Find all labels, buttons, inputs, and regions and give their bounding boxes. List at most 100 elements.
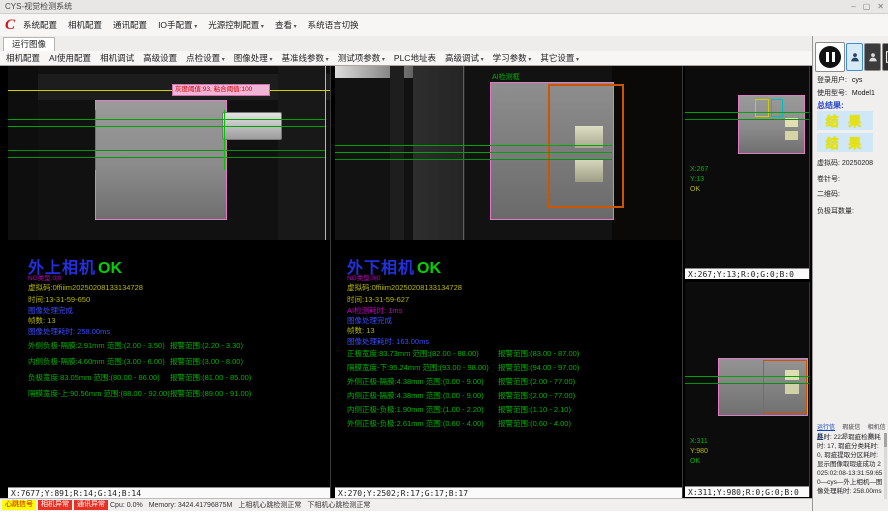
camera-panel-aux-bottom: X:311 Y:980 OK X:311;Y:980;R:0;G:0;B:0 [685,282,810,497]
window-title: CYS-视觉检测系统 [5,2,72,11]
result-box-upper: 结 果 [817,111,873,130]
camera-panel-lower: AI检测框 外下相机OK NG类型:0|0 虚拟码:0ffiiim2025020… [335,66,683,498]
measure-line [8,157,325,158]
camera-image-upper[interactable]: 灰度阈值:93, 粘合阈值:100 [8,66,330,240]
alarm-range: 报警范围:(2.20 - 3.30) [170,340,243,351]
camera-image-aux-top[interactable]: X:267 Y:13 OK [685,66,809,268]
cursor-readout: X:311;Y:980;R:0;G:0;B:0 [685,486,809,497]
barcode-line: 虚拟码:0ffiiim20250208133134728 [28,282,143,293]
elapsed-line: 图像处理耗时: 163.00ms [347,336,429,347]
metal-tab [575,160,603,182]
pause-button[interactable] [815,42,845,72]
sidebar-barcode: 虚拟码: 20250208 [817,158,873,168]
tool-ai-config[interactable]: AI使用配置 [49,52,91,64]
maximize-icon[interactable]: ▢ [863,0,871,14]
tool-advanced-debug[interactable]: 高级调试 [445,52,484,64]
threshold-label: 灰度阈值:93, 粘合阈值:100 [172,84,270,96]
qrcode-label: 二维码: [817,189,840,199]
edge-line-yellow [325,66,326,240]
tool-plc-table[interactable]: PLC地址表 [394,52,436,64]
frame-count-line: 帧数: 13 [347,325,375,336]
menu-system-config[interactable]: 系统配置 [23,19,57,31]
menu-io-config[interactable]: IO手配置 [158,19,197,31]
heartbeat-badge: 心跳信号 [2,500,36,510]
tool-test-params[interactable]: 测试项参数 [338,52,385,64]
alarm-range: 报警范围:(2.00 - 77.00) [498,376,575,387]
result-ok: OK [417,260,441,277]
measurement-row: 负极宽度:83.05mm 范围:(80.00 - 86.00) [28,372,160,383]
tool-advanced-settings[interactable]: 高级设置 [143,52,177,64]
overlay-result: OK [690,458,700,465]
menu-view[interactable]: 查看 [275,19,297,31]
machine-shadow [278,66,325,240]
barcode-line: 虚拟码:0ffiiim20250208133134728 [347,282,462,293]
tool-camera-config[interactable]: 相机配置 [6,52,40,64]
status-bar: 心跳信号 相机异常 通讯异常 Cpu: 0.0% Memory: 3424.41… [0,498,812,511]
metal-tab [785,370,799,380]
metal-tab [785,131,798,140]
alarm-range: 报警范围:(0.60 - 4.00) [498,418,571,429]
overlay-coord-x: X:267 [690,166,708,173]
user-icon [850,51,860,63]
camera-image-lower[interactable]: AI检测框 [335,66,682,240]
roi-box-yellow [755,99,769,117]
menu-comm-config[interactable]: 通讯配置 [113,19,147,31]
frame-count-line: 帧数: 13 [28,315,56,326]
camera-image-aux-bottom[interactable]: X:311 Y:980 OK [685,282,809,486]
menu-bar: C 系统配置 相机配置 通讯配置 IO手配置 光源控制配置 查看 系统语言切换 [0,14,888,37]
menu-camera-config[interactable]: 相机配置 [68,19,102,31]
toolbar: 相机配置 AI使用配置 相机调试 高级设置 点检设置 图像处理 基准线参数 测试… [0,51,812,66]
tab-run-image[interactable]: 运行图像 [3,37,55,52]
overlay-result: OK [690,186,700,193]
tool-other-settings[interactable]: 其它设置 [540,52,579,64]
alarm-range: 报警范围:(3.00 - 8.00) [170,356,243,367]
menu-language-switch[interactable]: 系统语言切换 [308,19,359,31]
overlay-coord-y: Y:980 [690,448,708,455]
measurement-row: 隔膜宽度-上:90.56mm 范围:(88.00 - 92.00) [28,388,170,399]
measure-line [8,150,325,151]
alarm-range: 报警范围:(89.00 - 91.00) [170,388,251,399]
measurement-row: 外侧负极-隔膜:2.91mm 范围:(2.00 - 3.50) [28,340,165,351]
measure-line [685,119,809,120]
baseline-yellow [8,90,330,91]
login-user-label: 登录用户: [817,77,847,84]
measurement-row: 正极宽度:83.73mm 范围:(82.00 - 88.00) [347,348,479,359]
user-switch-button[interactable] [864,43,881,71]
machine-column [390,66,404,240]
measurement-row: 外侧正极-隔膜:4.38mm 范围:(0.00 - 9.00) [347,376,484,387]
measure-line [8,126,325,127]
measure-line [335,159,612,160]
metal-tab [785,384,799,394]
tool-spot-check[interactable]: 点检设置 [186,52,225,64]
tool-camera-debug[interactable]: 相机调试 [100,52,134,64]
elapsed-line: 图像处理耗时: 258.00ms [28,326,110,337]
comm-alarm-badge: 通讯异常 [74,500,108,510]
close-icon[interactable]: ✕ [877,0,884,14]
model-label: 使用型号: [817,90,847,97]
alarm-range: 报警范围:(2.00 - 77.00) [498,390,575,401]
log-message: 耗时: 222, 瑕疵检测耗时: 17, 瑕疵分类耗时: 0, 瑕疵提取分区耗时… [817,433,883,496]
exit-button[interactable] [882,43,888,71]
menu-light-config[interactable]: 光源控制配置 [208,19,264,31]
tool-image-process[interactable]: 图像处理 [234,52,273,64]
machine-column [413,66,465,240]
cursor-readout: X:267;Y:13;R:0;G:0;B:0 [685,268,809,279]
minimize-icon[interactable]: – [851,0,855,14]
tool-learning-params[interactable]: 学习参数 [493,52,532,64]
tab-count-label: 负极耳数量: [817,206,854,216]
result-ok: OK [98,260,122,277]
alarm-range: 报警范围:(83.00 - 87.00) [498,348,579,359]
model-row: 使用型号: Model1 [817,88,875,98]
user-mode-button-active[interactable] [846,43,863,71]
measure-line [685,383,809,384]
upper-camera-heartbeat: 上相机心跳检测正常 [238,500,301,510]
camera-panel-upper: 灰度阈值:93, 粘合阈值:100 外上相机OK NG类型:0|0 虚拟码:0f… [8,66,331,498]
cursor-readout: X:7677;Y:891;R:14;G:14;B:14 [8,487,330,498]
tool-baseline-params[interactable]: 基准线参数 [282,52,329,64]
alarm-range: 报警范围:(1.10 - 2.10) [498,404,571,415]
alarm-range: 报警范围:(81.00 - 85.00) [170,372,251,383]
machine-shadow [8,66,38,240]
needle-number-label: 卷针号: [817,174,840,184]
measure-tick [95,110,96,170]
log-scrollbar[interactable] [884,433,887,499]
